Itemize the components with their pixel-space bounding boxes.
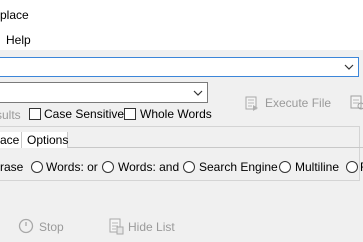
chevron-down-icon[interactable]: [191, 85, 205, 101]
execute-file-icon[interactable]: [244, 95, 260, 111]
words-and-label[interactable]: Words: and: [118, 160, 179, 174]
words-or-radio[interactable]: [31, 161, 43, 173]
title-bar: [0, 0, 363, 30]
whole-words-label[interactable]: Whole Words: [140, 107, 212, 121]
search-combobox[interactable]: [0, 57, 359, 77]
words-or-label[interactable]: Words: or: [46, 160, 98, 174]
tab-options[interactable]: Options: [22, 132, 68, 148]
window-title: place: [0, 8, 29, 22]
hide-list-button[interactable]: Hide List: [128, 220, 175, 234]
phrase-radio-label[interactable]: rase: [0, 160, 23, 174]
chevron-down-icon[interactable]: [342, 59, 356, 75]
stop-icon[interactable]: [18, 218, 34, 234]
hide-list-icon[interactable]: [108, 217, 124, 235]
stop-button[interactable]: Stop: [39, 220, 64, 234]
toolbar-icon[interactable]: [350, 94, 363, 112]
options-combobox[interactable]: [0, 82, 208, 103]
search-engine-radio[interactable]: [183, 161, 195, 173]
case-sensitive-label[interactable]: Case Sensitive: [44, 107, 124, 121]
menu-bar: [0, 30, 363, 50]
case-sensitive-checkbox[interactable]: [29, 108, 41, 120]
words-and-radio[interactable]: [102, 161, 114, 173]
multiline-label[interactable]: Multiline: [295, 160, 339, 174]
tab-options-label: Options: [27, 133, 69, 147]
execute-file-button[interactable]: Execute File: [265, 96, 331, 110]
truncated-radio[interactable]: [346, 161, 358, 173]
tab-replace[interactable]: ace: [0, 132, 22, 148]
multiline-radio[interactable]: [279, 161, 291, 173]
whole-words-checkbox[interactable]: [124, 108, 136, 120]
results-label: sults: [0, 108, 21, 122]
search-engine-label[interactable]: Search Engine: [199, 160, 278, 174]
menu-help[interactable]: Help: [6, 33, 31, 47]
tab-replace-label: ace: [0, 133, 20, 147]
